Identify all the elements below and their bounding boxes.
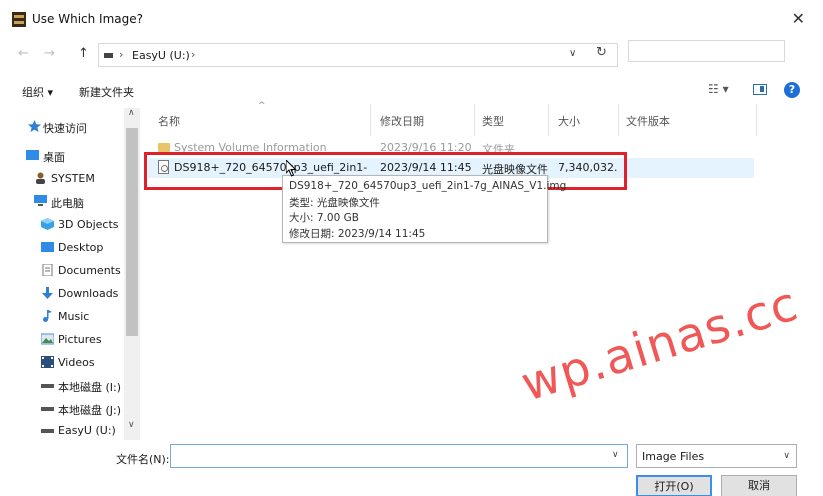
folder-icon [158,143,170,152]
tooltip-size: 大小: 7.00 GB [289,212,359,224]
desktop-icon [41,242,54,252]
star-icon [28,120,41,132]
breadcrumb-separator[interactable]: › [119,48,123,61]
desktop-icon [26,150,39,160]
nav-label: Music [58,310,90,323]
nav-item-this-pc[interactable]: 此电脑 [0,192,124,212]
app-icon [12,12,26,27]
nav-label: Desktop [58,241,104,254]
column-divider[interactable] [756,104,757,136]
scroll-down-icon[interactable]: ∨ [128,420,135,430]
nav-item-system[interactable]: SYSTEM [0,169,124,189]
nav-item-pictures[interactable]: Pictures [0,330,124,350]
scroll-up-icon[interactable]: ∧ [128,108,135,118]
nav-item-documents[interactable]: Documents [0,261,124,281]
drive-icon [41,407,54,411]
column-header-modified[interactable]: 修改日期 [380,113,424,129]
mouse-cursor-icon [286,160,297,177]
computer-icon [34,195,47,206]
new-folder-button[interactable]: 新建文件夹 [79,84,134,100]
nav-item-music[interactable]: Music [0,307,124,327]
nav-label: 3D Objects [58,218,119,231]
nav-item-drive-u[interactable]: EasyU (U:) [0,421,124,441]
filetype-value: Image Files [642,450,705,463]
nav-item-desktop-root[interactable]: 桌面 [0,146,124,166]
organize-button[interactable]: 组织 ▾ [22,84,53,100]
column-divider[interactable] [370,104,371,136]
nav-label: 桌面 [43,151,65,164]
drive-icon [104,53,113,58]
search-input[interactable] [628,40,785,62]
navigation-pane: 快速访问 桌面 SYSTEM 此电脑 3D Objects Desktop Do… [0,108,140,440]
scroll-thumb[interactable] [126,128,138,336]
back-arrow-icon[interactable]: ← [18,46,29,61]
nav-label: Videos [58,356,95,369]
window-title: Use Which Image? [32,12,144,26]
up-arrow-icon[interactable]: ↑ [78,46,89,61]
nav-label: SYSTEM [51,172,95,185]
nav-label: 此电脑 [51,197,84,210]
preview-pane-icon[interactable] [753,84,767,95]
chevron-down-icon[interactable]: ∨ [569,48,576,59]
cancel-button[interactable]: 取消 [721,475,797,496]
file-tooltip: DS918+_720_64570up3_uefi_2in1-7g_AINAS_V… [282,175,566,243]
breadcrumb-path[interactable]: EasyU (U:) [132,49,190,62]
nav-item-quick-access[interactable]: 快速访问 [0,117,124,137]
address-row: ← → ↑ › EasyU (U:) › ∨ ↻ [0,40,823,70]
nav-label: EasyU (U:) [58,424,116,437]
drive-icon [41,384,54,388]
toolbar: 组织 ▾ 新建文件夹 ☷ ▾ ? [0,78,823,104]
refresh-icon[interactable]: ↻ [596,45,607,60]
nav-label: Documents [58,264,121,277]
nav-item-drive-j[interactable]: 本地磁盘 (J:) [0,399,124,419]
forward-arrow-icon[interactable]: → [44,46,55,61]
video-icon [41,356,54,368]
nav-label: Pictures [58,333,102,346]
nav-label: 本地磁盘 (I:) [58,381,122,394]
picture-icon [41,333,54,345]
document-icon [42,264,53,276]
column-header-version[interactable]: 文件版本 [626,113,670,129]
tooltip-type: 类型: 光盘映像文件 [289,197,380,209]
nav-label: 本地磁盘 (J:) [58,404,122,417]
drive-icon [41,429,54,433]
view-options-icon[interactable]: ☷ ▾ [708,82,729,96]
user-icon [36,172,45,184]
nav-item-downloads[interactable]: Downloads [0,284,124,304]
nav-item-desktop[interactable]: Desktop [0,238,124,258]
download-icon [42,287,53,299]
nav-item-3d-objects[interactable]: 3D Objects [0,215,124,235]
nav-scrollbar[interactable]: ∧ ∨ [124,108,140,440]
column-header-name[interactable]: 名称 [158,113,180,129]
chevron-down-icon: ∨ [783,451,790,461]
nav-label: 快速访问 [43,122,87,135]
column-headers: ^ 名称 修改日期 类型 大小 文件版本 [148,101,758,136]
breadcrumb-separator-end[interactable]: › [191,48,195,61]
column-header-size[interactable]: 大小 [558,113,580,129]
column-header-type[interactable]: 类型 [482,113,504,129]
close-icon[interactable]: ✕ [792,9,805,28]
address-bar[interactable]: › EasyU (U:) › ∨ [98,43,618,67]
nav-label: Downloads [58,287,119,300]
filetype-select[interactable]: Image Files ∨ [636,444,797,468]
title-bar: Use Which Image? ✕ [0,0,823,38]
nav-item-drive-i[interactable]: 本地磁盘 (I:) [0,376,124,396]
bottom-bar: 文件名(N): ∨ Image Files ∨ 打开(O) 取消 [0,444,823,496]
help-icon[interactable]: ? [784,82,800,98]
cube-icon [41,218,54,230]
music-icon [43,310,52,322]
column-divider[interactable] [474,104,475,136]
filename-input[interactable] [170,444,628,468]
tooltip-filename: DS918+_720_64570up3_uefi_2in1-7g_AINAS_V… [289,180,567,192]
filename-label: 文件名(N): [116,453,170,466]
tooltip-modified: 修改日期: 2023/9/14 11:45 [289,228,426,240]
nav-item-videos[interactable]: Videos [0,353,124,373]
watermark: wp.ainas.cc [515,276,805,413]
sort-caret-icon: ^ [258,101,266,111]
open-button[interactable]: 打开(O) [636,475,712,496]
chevron-down-icon[interactable]: ∨ [612,450,619,460]
column-divider[interactable] [548,104,549,136]
column-divider[interactable] [618,104,619,136]
